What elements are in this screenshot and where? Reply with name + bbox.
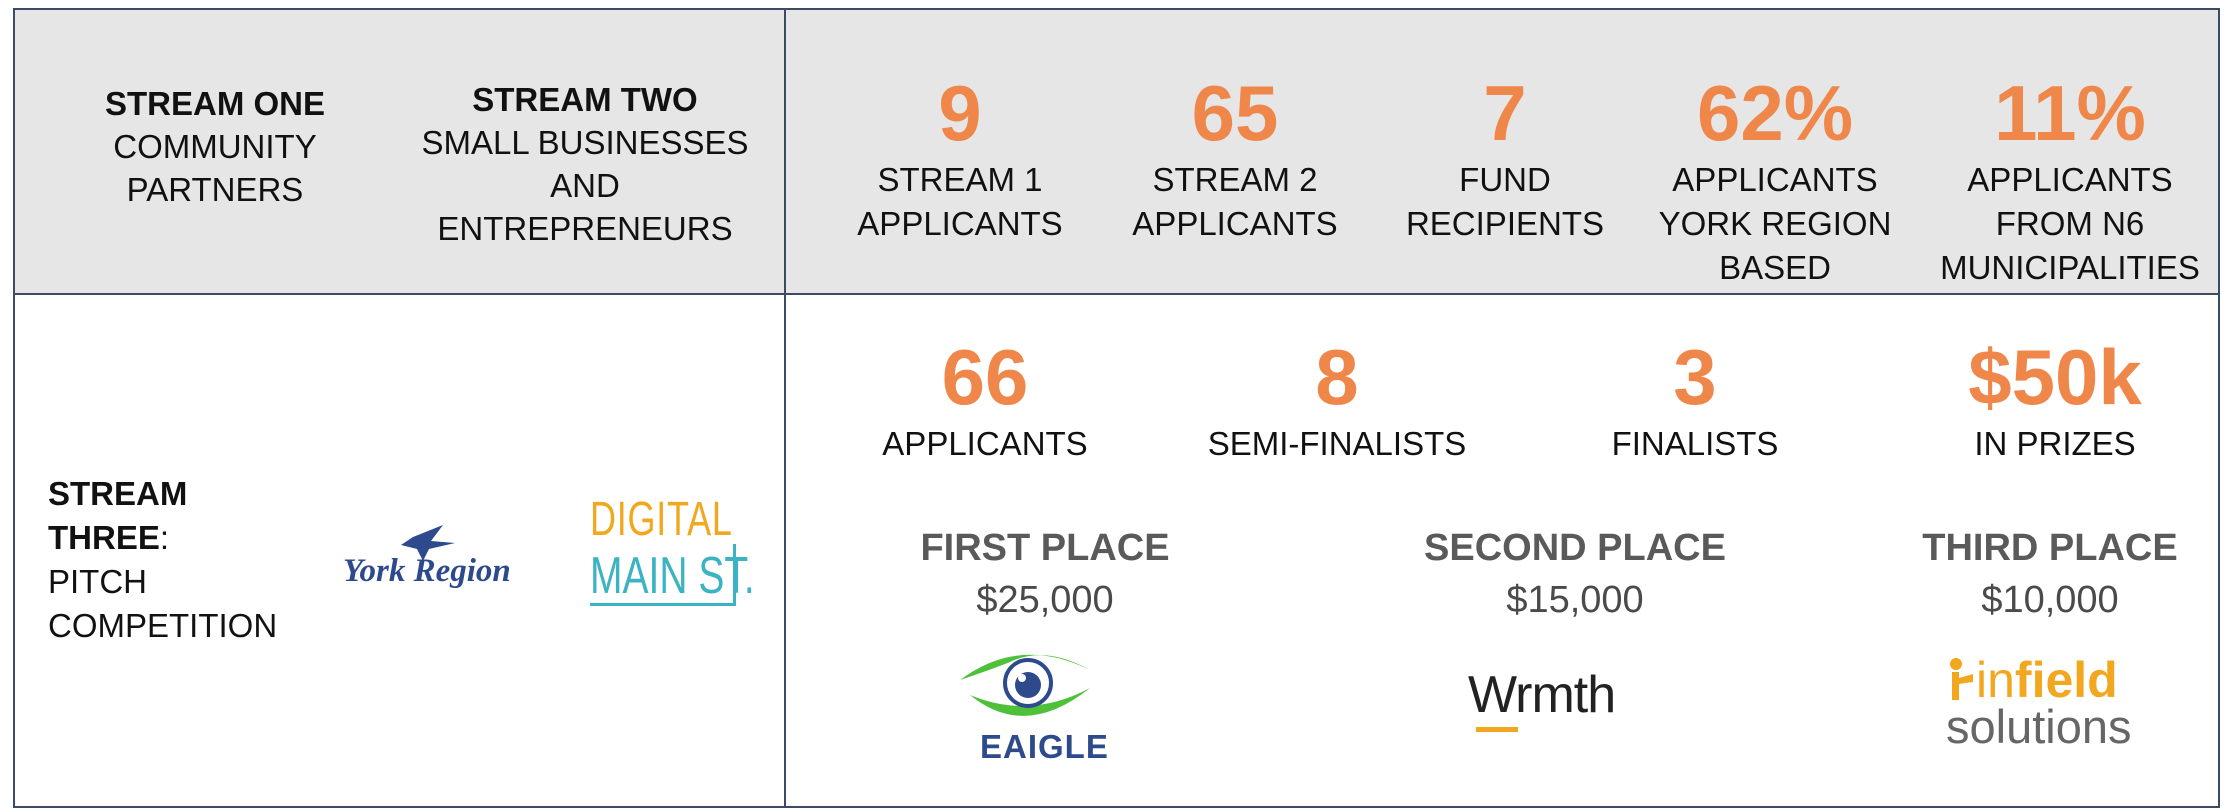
stream-two-line1: SMALL BUSINESSES	[421, 124, 749, 161]
stat-label-line2: RECIPIENTS	[1405, 205, 1605, 242]
stat-label-line2: APPLICANTS	[1132, 205, 1338, 242]
stat-label-line2: FROM N6	[1995, 205, 2145, 242]
stat-value: 7	[1483, 69, 1527, 157]
third-place: THIRD PLACE $10,000	[1885, 522, 2215, 626]
comp-stat-label: APPLICANTS	[882, 425, 1088, 462]
stat-label-line2: YORK REGION	[1658, 205, 1892, 242]
infield-line2: solutions	[1946, 700, 2132, 753]
stream-two-title: STREAM TWO	[472, 81, 698, 118]
stream-three-title1: STREAM	[48, 475, 188, 512]
place-title: FIRST PLACE	[920, 527, 1170, 569]
stream-two-line2: AND	[550, 167, 620, 204]
stream-one-block: STREAM ONE COMMUNITY PARTNERS	[75, 82, 355, 211]
stream-one-line2: PARTNERS	[126, 171, 304, 208]
stat-n6-municipalities: 11% APPLICANTS FROM N6 MUNICIPALITIES	[1920, 68, 2220, 290]
stat-label-line1: APPLICANTS	[1672, 161, 1878, 198]
place-title: THIRD PLACE	[1922, 527, 2178, 569]
stat-label-line3: BASED	[1719, 249, 1831, 286]
stream-three-block: STREAM THREE: PITCH COMPETITION	[48, 472, 277, 648]
eaigle-eye-icon	[960, 654, 1090, 716]
digital-main-st-line1: DIGITAL	[590, 493, 733, 546]
stat-label-line3: MUNICIPALITIES	[1940, 249, 2200, 286]
comp-stat-label: IN PRIZES	[1974, 425, 2136, 462]
stat-label-line1: STREAM 2	[1152, 161, 1318, 198]
stat-value: 11%	[1994, 69, 2146, 157]
stat-stream1-applicants: 9 STREAM 1 APPLICANTS	[815, 68, 1105, 246]
infographic-frame: STREAM ONE COMMUNITY PARTNERS STREAM TWO…	[13, 8, 2220, 808]
stream-three-line2: COMPETITION	[48, 607, 278, 644]
stream-three-line1: PITCH	[48, 563, 147, 600]
wrmth-logo: Wrmth	[1468, 665, 1668, 745]
stream-one-title: STREAM ONE	[104, 85, 325, 122]
comp-stat-semi-finalists: 8 SEMI-FINALISTS	[1187, 332, 1487, 466]
york-region-logo: York Region	[343, 515, 513, 595]
comp-stat-value: $50k	[1968, 333, 2142, 421]
stat-york-region-based: 62% APPLICANTS YORK REGION BASED	[1625, 68, 1925, 290]
infield-solutions-logo: infield solutions	[1930, 650, 2170, 753]
stream-two-block: STREAM TWO SMALL BUSINESSES AND ENTREPRE…	[395, 78, 775, 250]
comp-stat-finalists: 3 FINALISTS	[1545, 332, 1845, 466]
stream-one-line1: COMMUNITY	[113, 128, 317, 165]
stat-stream2-applicants: 65 STREAM 2 APPLICANTS	[1090, 68, 1380, 246]
stat-label-line1: STREAM 1	[877, 161, 1043, 198]
comp-stat-value: 66	[941, 333, 1029, 421]
stream-three-title2: THREE	[48, 519, 160, 556]
infield-figure-icon	[1950, 658, 1973, 700]
second-place: SECOND PLACE $15,000	[1395, 522, 1755, 626]
comp-stat-label: SEMI-FINALISTS	[1207, 425, 1467, 462]
eaigle-logo: EAIGLE	[950, 640, 1110, 770]
comp-stat-applicants: 66 APPLICANTS	[835, 332, 1135, 466]
stream-two-line3: ENTREPRENEURS	[437, 210, 733, 247]
stat-value: 62%	[1696, 69, 1854, 157]
place-amount: $25,000	[976, 579, 1114, 621]
york-region-wordmark: York Region	[343, 553, 511, 589]
divider-vertical	[784, 10, 786, 806]
comp-stat-label: FINALISTS	[1611, 425, 1779, 462]
wrmth-wordmark: Wrmth	[1468, 666, 1616, 724]
stat-label-line1: FUND	[1459, 161, 1551, 198]
stat-label-line2: APPLICANTS	[857, 205, 1063, 242]
comp-stat-prizes: $50k IN PRIZES	[1905, 332, 2205, 466]
stat-fund-recipients: 7 FUND RECIPIENTS	[1360, 68, 1650, 246]
first-place: FIRST PLACE $25,000	[895, 522, 1195, 626]
eaigle-wordmark: EAIGLE	[980, 728, 1109, 765]
stream-three-colon: :	[159, 519, 170, 556]
place-title: SECOND PLACE	[1424, 527, 1726, 569]
digital-main-st-logo: DIGITAL MAIN ST.	[578, 492, 758, 622]
stat-label-line1: APPLICANTS	[1967, 161, 2173, 198]
wrmth-underline	[1476, 727, 1518, 732]
digital-main-st-line2: MAIN ST.	[590, 547, 755, 605]
stat-value: 9	[938, 69, 982, 157]
place-amount: $15,000	[1506, 579, 1644, 621]
stat-value: 65	[1191, 69, 1279, 157]
comp-stat-value: 8	[1315, 333, 1359, 421]
place-amount: $10,000	[1981, 579, 2119, 621]
comp-stat-value: 3	[1673, 333, 1717, 421]
